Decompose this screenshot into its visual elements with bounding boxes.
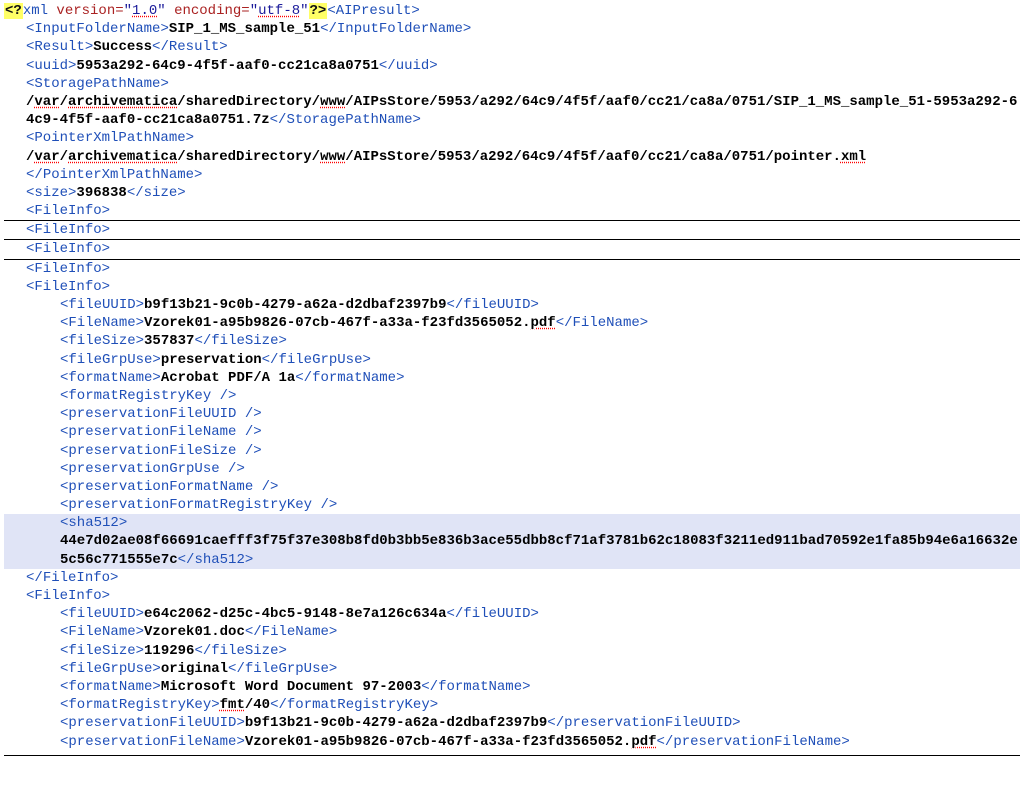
- fileinfo-open-2: <FileInfo>: [4, 587, 1020, 605]
- f1-filegrpuse: <fileGrpUse>preservation</fileGrpUse>: [4, 351, 1020, 369]
- root-open: AIPresult: [336, 3, 412, 19]
- f1-fileuuid: <fileUUID>b9f13b21-9c0b-4279-a62a-d2dbaf…: [4, 296, 1020, 314]
- f1-formatregistrykey: <formatRegistryKey />: [4, 387, 1020, 405]
- f2-filename: <FileName>Vzorek01.doc</FileName>: [4, 623, 1020, 641]
- xml-document: <?xml version="1.0" encoding="utf-8"?><A…: [0, 0, 1024, 764]
- f2-formatregistrykey: <formatRegistryKey>fmt/40</formatRegistr…: [4, 696, 1020, 714]
- f1-preservationformatname: <preservationFormatName />: [4, 478, 1020, 496]
- f1-filesize: <fileSize>357837</fileSize>: [4, 332, 1020, 350]
- xml-encoding: utf-8: [258, 3, 300, 19]
- f1-preservationformatregistrykey: <preservationFormatRegistryKey />: [4, 496, 1020, 514]
- fileinfo-collapsed-2: <FileInfo>: [4, 221, 1020, 240]
- pointer-close: </PointerXmlPathName>: [4, 166, 1020, 184]
- f1-sha512-open: <sha512>: [4, 514, 1020, 532]
- f2-filegrpuse: <fileGrpUse>original</fileGrpUse>: [4, 660, 1020, 678]
- f1-sha512-value: 44e7d02ae08f66691caefff3f75f37e308b8fd0b…: [4, 532, 1020, 568]
- xml-declaration: <?xml version="1.0" encoding="utf-8"?><A…: [4, 2, 1020, 20]
- f2-filesize: <fileSize>119296</fileSize>: [4, 642, 1020, 660]
- storage-path: /var/archivematica/sharedDirectory/www/A…: [4, 93, 1020, 129]
- fileinfo-collapsed-1: <FileInfo>: [4, 202, 1020, 221]
- pointer-open: <PointerXmlPathName>: [4, 129, 1020, 147]
- f1-filename: <FileName>Vzorek01-a95b9826-07cb-467f-a3…: [4, 314, 1020, 332]
- xml-version: 1.0: [132, 3, 157, 19]
- size-line: <size>396838</size>: [4, 184, 1020, 202]
- f2-preservationfileuuid: <preservationFileUUID>b9f13b21-9c0b-4279…: [4, 714, 1020, 732]
- f1-formatname: <formatName>Acrobat PDF/A 1a</formatName…: [4, 369, 1020, 387]
- storage-open: <StoragePathName>: [4, 75, 1020, 93]
- f2-fileuuid: <fileUUID>e64c2062-d25c-4bc5-9148-8e7a12…: [4, 605, 1020, 623]
- f1-preservationgrpuse: <preservationGrpUse />: [4, 460, 1020, 478]
- fileinfo-collapsed-3: <FileInfo>: [4, 240, 1020, 259]
- f1-preservationfileuuid: <preservationFileUUID />: [4, 405, 1020, 423]
- selected-block: <sha512> 44e7d02ae08f66691caefff3f75f37e…: [4, 514, 1020, 569]
- uuid-line: <uuid>5953a292-64c9-4f5f-aaf0-cc21ca8a07…: [4, 57, 1020, 75]
- input-folder-line: <InputFolderName>SIP_1_MS_sample_51</Inp…: [4, 20, 1020, 38]
- bottom-rule: [4, 755, 1020, 756]
- result-line: <Result>Success</Result>: [4, 38, 1020, 56]
- fileinfo-close-1: </FileInfo>: [4, 569, 1020, 587]
- pointer-path: /var/archivematica/sharedDirectory/www/A…: [4, 148, 1020, 166]
- f2-formatname: <formatName>Microsoft Word Document 97-2…: [4, 678, 1020, 696]
- fileinfo-collapsed-4: <FileInfo>: [4, 260, 1020, 278]
- f1-preservationfilesize: <preservationFileSize />: [4, 442, 1020, 460]
- f1-preservationfilename: <preservationFileName />: [4, 423, 1020, 441]
- f2-preservationfilename: <preservationFileName>Vzorek01-a95b9826-…: [4, 733, 1020, 751]
- fileinfo-open-1: <FileInfo>: [4, 278, 1020, 296]
